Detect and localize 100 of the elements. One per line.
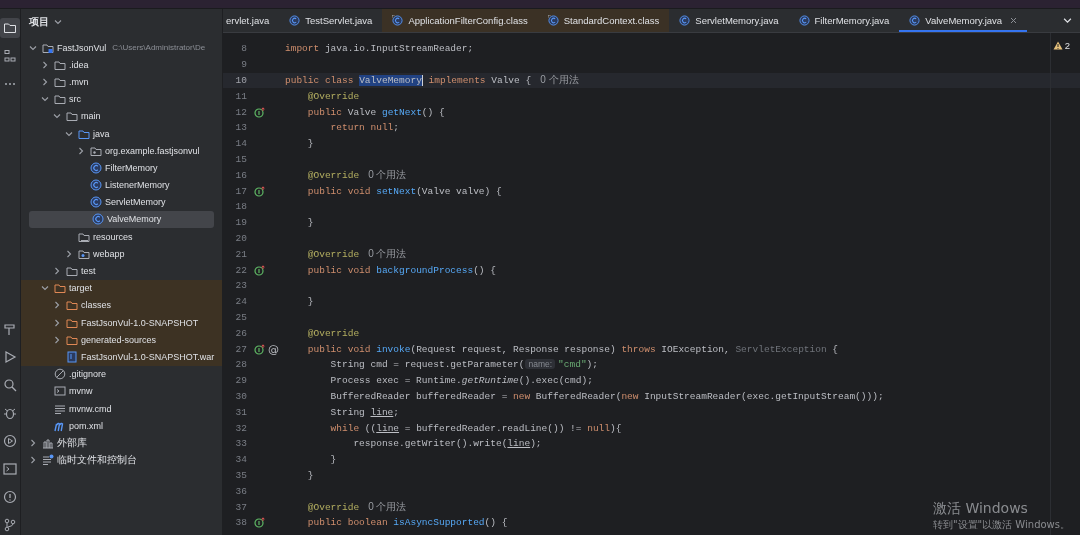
implements-icon[interactable] xyxy=(254,264,266,276)
line-number: 11 xyxy=(234,90,247,102)
warning-count[interactable]: 2 xyxy=(1064,40,1070,51)
search-icon[interactable] xyxy=(3,378,17,392)
tree-item[interactable]: ListenerMemory xyxy=(21,176,214,194)
implements-icon[interactable] xyxy=(254,517,266,529)
hammer-icon[interactable] xyxy=(3,322,17,336)
panel-title: 项目 xyxy=(29,15,49,29)
editor-tab[interactable]: TestServlet.java xyxy=(279,9,383,32)
editor-tab[interactable]: FilterMemory.java xyxy=(788,9,900,32)
editor-tab[interactable]: ervlet.java xyxy=(223,9,280,32)
editor-tab[interactable]: ServletMemory.java xyxy=(669,9,789,32)
tree-item[interactable]: mvnw xyxy=(21,382,214,400)
code-line: } xyxy=(306,296,314,308)
line-number: 14 xyxy=(234,138,247,150)
tree-item[interactable]: generated-sources xyxy=(21,331,222,349)
line-number: 17 xyxy=(234,185,247,197)
chevron-icon[interactable] xyxy=(1063,16,1072,25)
line-number: 36 xyxy=(234,485,247,497)
services-icon[interactable] xyxy=(3,434,17,448)
run-icon[interactable] xyxy=(3,350,17,364)
compiled-class-icon xyxy=(547,15,559,26)
class-icon xyxy=(90,161,102,174)
tree-item[interactable]: mvnw.cmd xyxy=(21,399,214,418)
line-number: 13 xyxy=(234,122,247,134)
implements-icon[interactable] xyxy=(254,343,266,355)
tree-item[interactable]: ValveMemory xyxy=(29,210,214,229)
code-line: String line; xyxy=(329,406,400,418)
tree-item[interactable]: 外部库 xyxy=(21,434,214,452)
tree-item[interactable]: src xyxy=(21,90,214,108)
tree-item[interactable]: test xyxy=(21,262,214,280)
gutter-mark[interactable]: @ xyxy=(268,342,279,356)
tree-item[interactable]: .gitignore xyxy=(21,365,214,383)
code-line: while ((line = bufferedReader.readLine()) != null){ xyxy=(329,422,622,434)
line-number: 31 xyxy=(234,406,247,418)
code-line: @Override xyxy=(306,248,360,260)
line-number: 33 xyxy=(234,438,247,450)
usage-hint[interactable]: 0 个用法 xyxy=(368,500,407,514)
tree-item[interactable]: FastJsonVul C:\Users\Administrator\De xyxy=(21,39,222,57)
code-line: } xyxy=(306,469,314,481)
folder-icon xyxy=(54,58,66,71)
code-line: } xyxy=(306,138,314,150)
bug-icon[interactable] xyxy=(3,406,17,420)
tree-item[interactable]: resources xyxy=(21,228,214,246)
usage-hint[interactable]: 0 个用法 xyxy=(368,168,407,183)
editor-tab[interactable]: ApplicationFilterConfig.class xyxy=(382,9,538,32)
tree-item[interactable]: .mvn xyxy=(21,73,214,91)
usage-hint[interactable]: 0 个用法 xyxy=(540,73,579,88)
web-folder-icon xyxy=(78,247,90,260)
library-icon xyxy=(42,436,54,449)
line-number: 9 xyxy=(240,59,247,71)
tree-item[interactable]: 临时文件和控制台 xyxy=(21,451,214,469)
folder-icon xyxy=(66,110,78,123)
warning-icon[interactable] xyxy=(1052,41,1063,50)
code-line: return null; xyxy=(329,122,400,134)
implements-icon[interactable] xyxy=(254,185,266,197)
editor-tab[interactable]: StandardContext.class xyxy=(537,9,670,32)
tree-item[interactable]: .idea xyxy=(21,56,214,74)
tree-item[interactable]: pom.xml xyxy=(21,417,214,435)
code-line: public Valve getNext() { xyxy=(306,106,445,118)
code-line: import java.io.InputStreamReader; xyxy=(285,43,474,55)
line-number: 28 xyxy=(234,359,247,371)
line-number: 18 xyxy=(234,201,247,213)
code-line: response.getWriter().write(line); xyxy=(352,438,542,450)
usage-hint[interactable]: 0 个用法 xyxy=(368,247,407,262)
line-number: 8 xyxy=(240,43,247,55)
tree-item[interactable]: target xyxy=(21,279,222,297)
tree-item[interactable]: FastJsonVul-1.0-SNAPSHOT.war xyxy=(21,348,222,366)
structure-icon[interactable] xyxy=(3,49,17,63)
line-number: 20 xyxy=(234,232,247,244)
branch-icon[interactable] xyxy=(3,518,17,532)
class-icon xyxy=(679,15,691,26)
module-folder-icon xyxy=(42,41,54,54)
tree-item[interactable]: org.example.fastjsonvul xyxy=(21,142,214,160)
scratch-icon xyxy=(42,454,54,467)
code-line: public class ValveMemory implements Valve { xyxy=(285,75,532,86)
close-icon[interactable] xyxy=(1010,17,1018,24)
path-label: C:\Users\Administrator\De xyxy=(112,43,206,53)
tree-item[interactable]: webapp xyxy=(21,245,214,263)
editor-tab[interactable]: ValveMemory.java xyxy=(899,9,1028,32)
line-number: 35 xyxy=(234,469,247,481)
terminal-icon[interactable] xyxy=(3,462,17,476)
tree-item[interactable]: java xyxy=(21,124,214,143)
text-file-icon xyxy=(54,402,66,415)
folder-icon xyxy=(66,333,78,346)
problems-icon[interactable] xyxy=(3,490,17,504)
code-line: @Override xyxy=(306,327,360,339)
line-number: 29 xyxy=(234,375,247,387)
folder-icon[interactable] xyxy=(0,18,20,38)
line-number: 22 xyxy=(234,264,247,276)
tree-item[interactable]: ServletMemory xyxy=(21,193,214,211)
chevron-icon[interactable] xyxy=(54,18,62,26)
tree-item[interactable]: FilterMemory xyxy=(21,159,214,177)
line-number: 23 xyxy=(234,280,247,292)
tree-item[interactable]: main xyxy=(21,107,214,125)
tree-item[interactable]: FastJsonVul-1.0-SNAPSHOT xyxy=(21,314,222,332)
code-line: @Override xyxy=(306,169,360,181)
implements-icon[interactable] xyxy=(254,106,266,118)
line-number: 26 xyxy=(234,327,247,339)
line-number: 34 xyxy=(234,454,247,466)
